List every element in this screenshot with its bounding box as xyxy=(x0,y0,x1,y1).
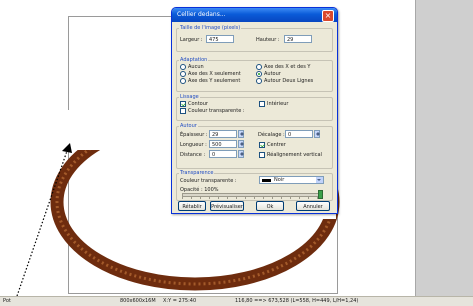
checkbox-transparent-color-label: Couleur transparente : xyxy=(188,108,245,114)
radio-autour-deux-lignes-label: Autour Deux Lignes xyxy=(264,78,314,84)
checkbox-icon xyxy=(259,101,265,107)
radio-icon xyxy=(180,71,186,77)
opacity-slider-thumb[interactable] xyxy=(318,190,323,199)
checkbox-realignement-label: Réalignement vertical xyxy=(267,152,322,158)
radio-axe-y-label: Axe des Y seulement xyxy=(188,78,241,84)
adaptation-title: Adaptation xyxy=(179,57,209,63)
color-swatch xyxy=(262,179,271,182)
distance-label: Distance : xyxy=(180,152,206,158)
epaisseur-field[interactable]: 29 xyxy=(209,130,237,138)
transparent-color-label: Couleur transparente : xyxy=(180,178,237,184)
image-size-title: Taille de l'image (pixels) xyxy=(179,25,242,31)
checkbox-checked-icon xyxy=(180,101,186,107)
reset-button[interactable]: Rétablir xyxy=(178,201,206,211)
radio-autour[interactable]: Autour xyxy=(256,71,281,77)
checkbox-icon xyxy=(259,152,265,158)
checkbox-contour[interactable]: Contour xyxy=(180,101,208,107)
epaisseur-spinner[interactable] xyxy=(238,130,244,138)
distance-spinner[interactable] xyxy=(238,150,244,158)
checkbox-icon xyxy=(180,108,186,114)
longueur-spinner[interactable] xyxy=(238,140,244,148)
radio-icon xyxy=(180,64,186,70)
longueur-label: Longueur : xyxy=(180,142,207,148)
checkbox-interieur[interactable]: Intérieur xyxy=(259,101,288,107)
longueur-field[interactable]: 500 xyxy=(209,140,237,148)
height-label: Hauteur : xyxy=(256,37,280,43)
checkbox-contour-label: Contour xyxy=(188,101,208,107)
radio-axe-y[interactable]: Axe des Y seulement xyxy=(180,78,240,84)
transparent-color-value: Noir xyxy=(274,177,285,183)
lissage-title: Lissage xyxy=(179,94,200,100)
ok-button[interactable]: Ok xyxy=(256,201,284,211)
radio-icon xyxy=(180,78,186,84)
chevron-down-icon xyxy=(316,177,323,183)
width-label: Largeur : xyxy=(180,37,203,43)
close-icon[interactable]: × xyxy=(322,10,334,22)
radio-aucun-label: Aucun xyxy=(188,64,204,70)
checkbox-centrer[interactable]: Centrer xyxy=(259,142,286,148)
dialog-titlebar[interactable]: Cellier dedans... × xyxy=(172,8,337,22)
decalage-label: Décalage : xyxy=(258,132,285,138)
cellier-dialog: Cellier dedans... × Taille de l'image (p… xyxy=(171,7,338,214)
decalage-spinner[interactable] xyxy=(314,130,320,138)
width-field[interactable]: 475 xyxy=(206,35,234,43)
height-field[interactable]: 29 xyxy=(284,35,312,43)
radio-aucun[interactable]: Aucun xyxy=(180,64,204,70)
transparent-color-select[interactable]: Noir xyxy=(259,176,324,184)
preview-button[interactable]: Prévisualiser xyxy=(210,201,244,211)
epaisseur-label: Épaisseur : xyxy=(180,132,208,138)
radio-icon xyxy=(256,64,262,70)
radio-autour-deux-lignes[interactable]: Autour Deux Lignes xyxy=(256,78,313,84)
checkbox-centrer-label: Centrer xyxy=(267,142,286,148)
ring-gap-mask xyxy=(60,110,171,150)
opacity-slider-ticks xyxy=(182,197,322,199)
radio-axe-x[interactable]: Axe des X seulement xyxy=(180,71,241,77)
transparence-title: Transparence xyxy=(179,170,215,176)
distance-field[interactable]: 0 xyxy=(209,150,237,158)
dialog-title: Cellier dedans... xyxy=(177,11,226,18)
cancel-button[interactable]: Annuler xyxy=(296,201,330,211)
checkbox-interieur-label: Intérieur xyxy=(267,101,289,107)
checkbox-checked-icon xyxy=(259,142,265,148)
checkbox-realignement[interactable]: Réalignement vertical xyxy=(259,152,322,158)
checkbox-transparent-color[interactable]: Couleur transparente : xyxy=(180,108,245,114)
radio-icon xyxy=(256,78,262,84)
radio-axe-x-label: Axe des X seulement xyxy=(188,71,241,77)
autour-title: Autour xyxy=(179,123,198,129)
radio-axe-xy-label: Axe des X et des Y xyxy=(264,64,311,70)
radio-autour-label: Autour xyxy=(264,71,281,77)
decalage-field[interactable]: 0 xyxy=(285,130,313,138)
radio-selected-icon xyxy=(256,71,262,77)
radio-axe-xy[interactable]: Axe des X et des Y xyxy=(256,64,310,70)
